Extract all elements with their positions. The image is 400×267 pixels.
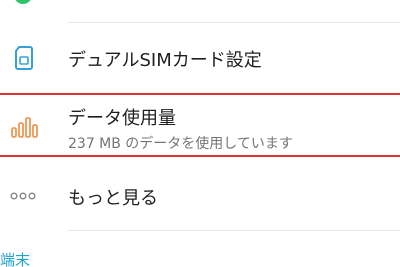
sim-card-icon	[15, 46, 33, 70]
previous-item-partial	[0, 0, 400, 22]
settings-item-more[interactable]: もっと見る	[0, 176, 400, 216]
settings-item-title: デュアルSIMカード設定	[68, 50, 262, 71]
bar-chart-icon	[11, 117, 38, 138]
settings-item-title: もっと見る	[68, 188, 158, 209]
settings-screen: デュアルSIMカード設定 データ使用量 237 MB のデータを使用しています …	[0, 0, 400, 267]
toggle-indicator-partial	[14, 0, 32, 4]
divider	[68, 230, 400, 231]
settings-item-data-usage[interactable]: データ使用量 237 MB のデータを使用しています	[0, 93, 400, 157]
settings-item-summary: 237 MB のデータを使用しています	[68, 136, 293, 152]
more-dots-icon	[10, 192, 36, 200]
section-header-partial: 端末	[0, 251, 31, 267]
settings-item-title: データ使用量	[68, 108, 176, 129]
settings-item-dual-sim[interactable]: デュアルSIMカード設定	[0, 36, 400, 80]
divider	[68, 22, 400, 23]
